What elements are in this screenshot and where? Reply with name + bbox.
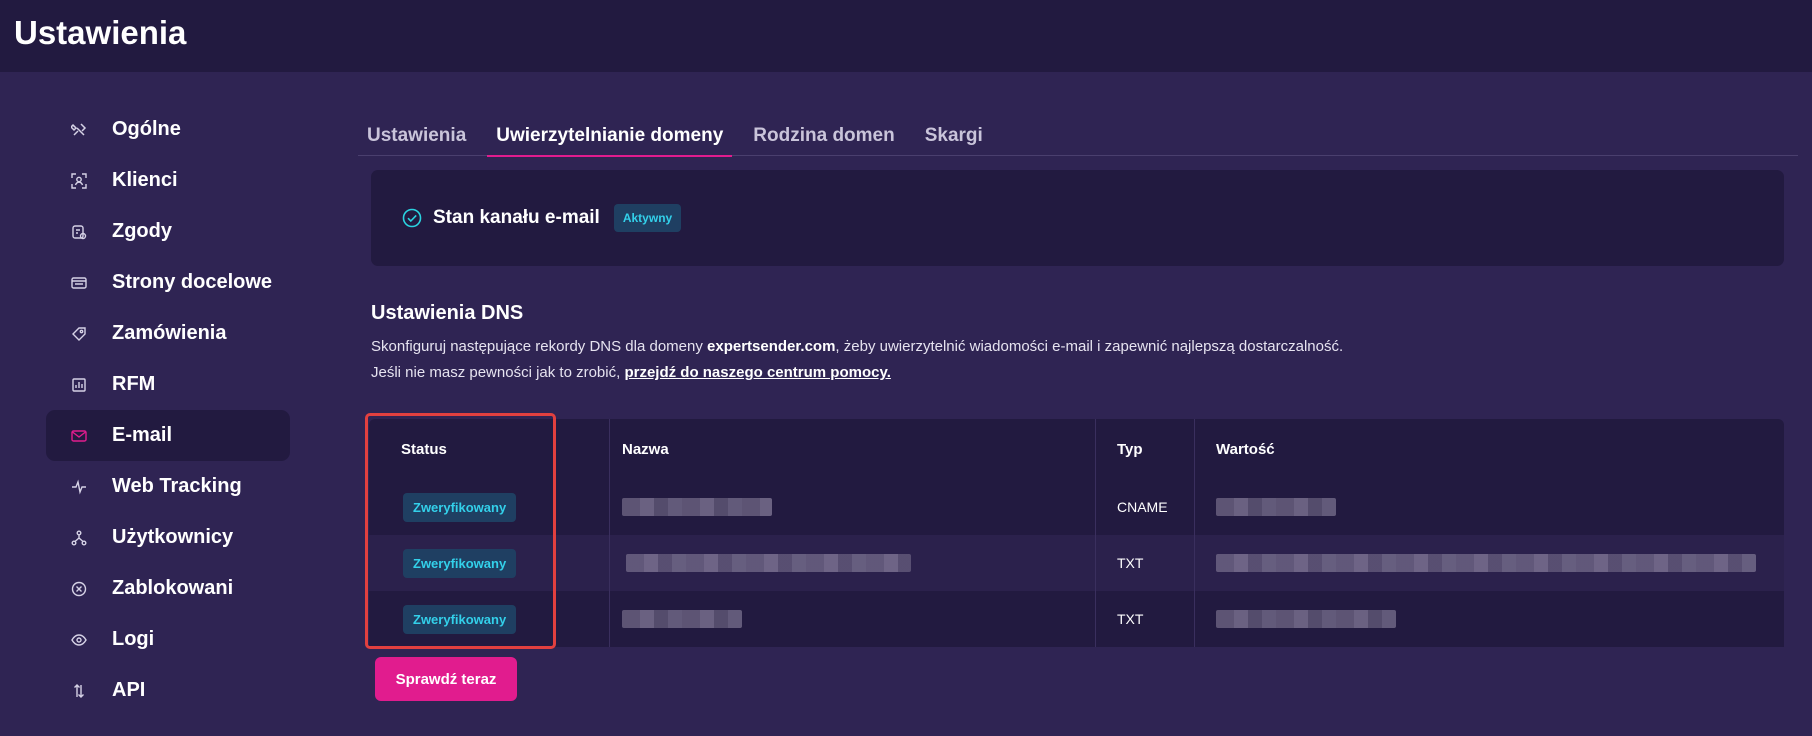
sidebar-item-orders[interactable]: Zamówienia — [46, 308, 290, 359]
redacted-text — [622, 498, 772, 516]
tab-domain-authentication[interactable]: Uwierzytelnianie domeny — [487, 112, 733, 157]
type-cell: TXT — [1095, 535, 1194, 591]
sidebar-item-logs[interactable]: Logi — [46, 614, 290, 665]
column-header-status[interactable]: Status — [369, 419, 609, 479]
sidebar-item-rfm[interactable]: RFM — [46, 359, 290, 410]
dns-settings-description: Skonfiguruj następujące rekordy DNS dla … — [371, 334, 1791, 386]
channel-status-label: Stan kanału e-mail — [433, 207, 600, 228]
sidebar-item-label: Ogólne — [112, 118, 181, 140]
type-cell: TXT — [1095, 591, 1194, 647]
dns-description-line-2: Jeśli nie masz pewności jak to zrobić, p… — [371, 360, 1791, 386]
sidebar-item-label: Zablokowani — [112, 577, 234, 599]
dns-text: Jeśli nie masz pewności jak to zrobić, — [371, 364, 625, 381]
check-now-button[interactable]: Sprawdź teraz — [375, 657, 517, 701]
verified-badge: Zweryfikowany — [403, 548, 517, 578]
sidebar: Ogólne Klienci Zgody Strony docelowe Zam… — [46, 104, 290, 716]
help-center-link[interactable]: przejdź do naszego centrum pomocy. — [624, 364, 890, 381]
sidebar-item-label: RFM — [112, 373, 156, 395]
redacted-text — [622, 610, 742, 628]
redacted-text — [1216, 610, 1396, 628]
sidebar-item-label: Zgody — [112, 220, 172, 242]
eye-icon — [70, 631, 88, 649]
column-header-value[interactable]: Wartość — [1194, 419, 1784, 479]
table-row: Zweryfikowany TXT — [369, 591, 1784, 647]
domain-name: expertsender.com — [707, 338, 836, 355]
blocked-icon — [70, 580, 88, 598]
sidebar-item-web-tracking[interactable]: Web Tracking — [46, 461, 290, 512]
sidebar-item-users[interactable]: Użytkownicy — [46, 512, 290, 563]
sidebar-item-label: Użytkownicy — [112, 526, 234, 548]
consent-icon — [70, 223, 88, 241]
table-header-row: Status Nazwa Typ Wartość — [369, 419, 1784, 479]
name-cell — [609, 479, 1095, 535]
sidebar-item-label: API — [112, 679, 146, 701]
pulse-icon — [70, 478, 88, 496]
sidebar-item-consents[interactable]: Zgody — [46, 206, 290, 257]
chart-icon — [70, 376, 88, 394]
sidebar-item-label: Web Tracking — [112, 475, 242, 497]
type-cell: CNAME — [1095, 479, 1194, 535]
user-frame-icon — [70, 172, 88, 190]
redacted-text — [626, 554, 911, 572]
name-cell — [609, 591, 1095, 647]
top-bar: Ustawienia — [0, 0, 1812, 72]
network-icon — [70, 529, 88, 547]
sidebar-item-landing-pages[interactable]: Strony docelowe — [46, 257, 290, 308]
sidebar-item-clients[interactable]: Klienci — [46, 155, 290, 206]
arrows-vertical-icon — [70, 682, 88, 700]
tab-domain-family[interactable]: Rodzina domen — [744, 112, 903, 156]
dns-description-line-1: Skonfiguruj następujące rekordy DNS dla … — [371, 334, 1791, 360]
redacted-text — [1216, 498, 1336, 516]
tools-icon — [70, 121, 88, 139]
dns-records-table: Status Nazwa Typ Wartość Zweryfikowany C… — [369, 419, 1784, 647]
tab-bar: Ustawienia Uwierzytelnianie domeny Rodzi… — [358, 112, 1798, 157]
table-row: Zweryfikowany CNAME — [369, 479, 1784, 535]
sidebar-item-label: Klienci — [112, 169, 178, 191]
dns-text: , żeby uwierzytelnić wiadomości e-mail i… — [835, 338, 1344, 355]
sidebar-item-general[interactable]: Ogólne — [46, 104, 290, 155]
status-cell: Zweryfikowany — [369, 479, 609, 535]
tab-complaints[interactable]: Skargi — [916, 112, 992, 156]
tab-settings[interactable]: Ustawienia — [358, 112, 475, 156]
sidebar-item-label: Logi — [112, 628, 155, 650]
status-cell: Zweryfikowany — [369, 591, 609, 647]
check-circle-icon — [401, 207, 423, 229]
redacted-text — [1216, 554, 1756, 572]
sidebar-item-blocked[interactable]: Zablokowani — [46, 563, 290, 614]
table-row: Zweryfikowany TXT — [369, 535, 1784, 591]
page-title: Ustawienia — [14, 14, 187, 51]
dns-settings-title: Ustawienia DNS — [371, 302, 524, 324]
value-cell — [1194, 535, 1784, 591]
dns-text: Skonfiguruj następujące rekordy DNS dla … — [371, 338, 708, 355]
column-header-type[interactable]: Typ — [1095, 419, 1194, 479]
status-badge: Aktywny — [613, 204, 682, 232]
sidebar-item-email[interactable]: E-mail — [46, 410, 290, 461]
value-cell — [1194, 591, 1784, 647]
name-cell — [609, 535, 1095, 591]
column-header-name[interactable]: Nazwa — [609, 419, 1095, 479]
landing-page-icon — [70, 274, 88, 292]
verified-badge: Zweryfikowany — [403, 604, 517, 634]
sidebar-item-api[interactable]: API — [46, 665, 290, 716]
tag-icon — [70, 325, 88, 343]
channel-status-card: Stan kanału e-mail Aktywny — [371, 170, 1784, 266]
verified-badge: Zweryfikowany — [403, 492, 517, 522]
sidebar-item-label: E-mail — [112, 424, 173, 446]
sidebar-item-label: Strony docelowe — [112, 271, 273, 293]
envelope-icon — [70, 427, 88, 445]
value-cell — [1194, 479, 1784, 535]
sidebar-item-label: Zamówienia — [112, 322, 227, 344]
status-cell: Zweryfikowany — [369, 535, 609, 591]
